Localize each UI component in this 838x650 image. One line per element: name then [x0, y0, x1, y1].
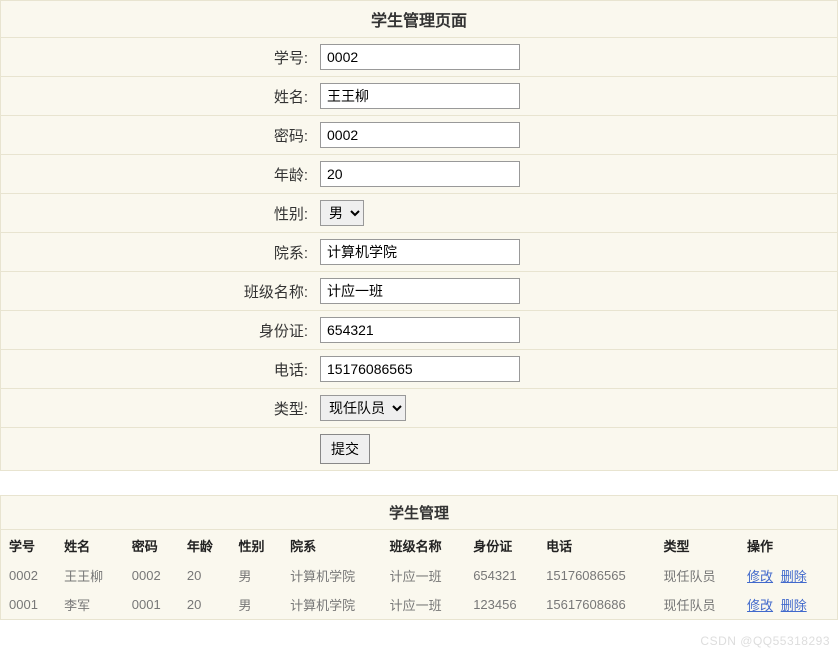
input-department[interactable]: [320, 239, 520, 265]
student-form-container: 学生管理页面 学号: 姓名: 密码: 年龄: 性别: 男 院系: 班级名称: 身…: [0, 0, 838, 471]
watermark: CSDN @QQ55318293: [700, 634, 830, 648]
form-row-age: 年龄:: [1, 155, 837, 194]
input-name[interactable]: [320, 83, 520, 109]
cell-student-id: 0002: [1, 561, 56, 590]
label-name: 姓名:: [1, 86, 316, 107]
th-student-id: 学号: [1, 530, 56, 561]
label-password: 密码:: [1, 125, 316, 146]
edit-link[interactable]: 修改: [747, 569, 773, 584]
input-class[interactable]: [320, 278, 520, 304]
cell-phone: 15617608686: [538, 590, 655, 619]
input-phone[interactable]: [320, 356, 520, 382]
th-phone: 电话: [538, 530, 655, 561]
cell-name: 李军: [56, 590, 124, 619]
form-row-class: 班级名称:: [1, 272, 837, 311]
cell-actions: 修改 删除: [739, 561, 837, 590]
student-table-container: 学生管理 学号 姓名 密码 年龄 性别 院系 班级名称 身份证 电话 类型 操作…: [0, 495, 838, 620]
student-table: 学号 姓名 密码 年龄 性别 院系 班级名称 身份证 电话 类型 操作 0002…: [1, 530, 837, 619]
cell-age: 20: [179, 561, 231, 590]
delete-link[interactable]: 删除: [781, 598, 807, 613]
th-actions: 操作: [739, 530, 837, 561]
input-idcard[interactable]: [320, 317, 520, 343]
form-row-submit: 提交: [1, 428, 837, 470]
cell-department: 计算机学院: [282, 590, 382, 619]
input-age[interactable]: [320, 161, 520, 187]
input-student-id[interactable]: [320, 44, 520, 70]
th-age: 年龄: [179, 530, 231, 561]
label-age: 年龄:: [1, 164, 316, 185]
table-header-row: 学号 姓名 密码 年龄 性别 院系 班级名称 身份证 电话 类型 操作: [1, 530, 837, 561]
cell-class: 计应一班: [382, 561, 466, 590]
label-class: 班级名称:: [1, 281, 316, 302]
select-gender[interactable]: 男: [320, 200, 364, 226]
table-row: 0002 王王柳 0002 20 男 计算机学院 计应一班 654321 151…: [1, 561, 837, 590]
label-phone: 电话:: [1, 359, 316, 380]
cell-gender: 男: [231, 590, 283, 619]
form-row-gender: 性别: 男: [1, 194, 837, 233]
cell-actions: 修改 删除: [739, 590, 837, 619]
table-title: 学生管理: [1, 496, 837, 530]
cell-class: 计应一班: [382, 590, 466, 619]
form-row-name: 姓名:: [1, 77, 837, 116]
label-idcard: 身份证:: [1, 320, 316, 341]
form-row-student-id: 学号:: [1, 38, 837, 77]
cell-department: 计算机学院: [282, 561, 382, 590]
label-student-id: 学号:: [1, 47, 316, 68]
th-idcard: 身份证: [465, 530, 538, 561]
cell-idcard: 654321: [465, 561, 538, 590]
cell-name: 王王柳: [56, 561, 124, 590]
label-gender: 性别:: [1, 203, 316, 224]
label-department: 院系:: [1, 242, 316, 263]
th-password: 密码: [124, 530, 179, 561]
form-row-department: 院系:: [1, 233, 837, 272]
delete-link[interactable]: 删除: [781, 569, 807, 584]
cell-type: 现任队员: [656, 590, 740, 619]
cell-type: 现任队员: [656, 561, 740, 590]
cell-student-id: 0001: [1, 590, 56, 619]
input-password[interactable]: [320, 122, 520, 148]
th-gender: 性别: [231, 530, 283, 561]
cell-phone: 15176086565: [538, 561, 655, 590]
edit-link[interactable]: 修改: [747, 598, 773, 613]
select-type[interactable]: 现任队员: [320, 395, 406, 421]
cell-age: 20: [179, 590, 231, 619]
cell-idcard: 123456: [465, 590, 538, 619]
form-row-phone: 电话:: [1, 350, 837, 389]
cell-password: 0001: [124, 590, 179, 619]
label-type: 类型:: [1, 398, 316, 419]
table-row: 0001 李军 0001 20 男 计算机学院 计应一班 123456 1561…: [1, 590, 837, 619]
form-row-password: 密码:: [1, 116, 837, 155]
th-type: 类型: [656, 530, 740, 561]
page-title: 学生管理页面: [1, 1, 837, 38]
form-row-type: 类型: 现任队员: [1, 389, 837, 428]
submit-button[interactable]: 提交: [320, 434, 370, 464]
form-row-idcard: 身份证:: [1, 311, 837, 350]
cell-gender: 男: [231, 561, 283, 590]
th-department: 院系: [282, 530, 382, 561]
th-name: 姓名: [56, 530, 124, 561]
th-class: 班级名称: [382, 530, 466, 561]
cell-password: 0002: [124, 561, 179, 590]
